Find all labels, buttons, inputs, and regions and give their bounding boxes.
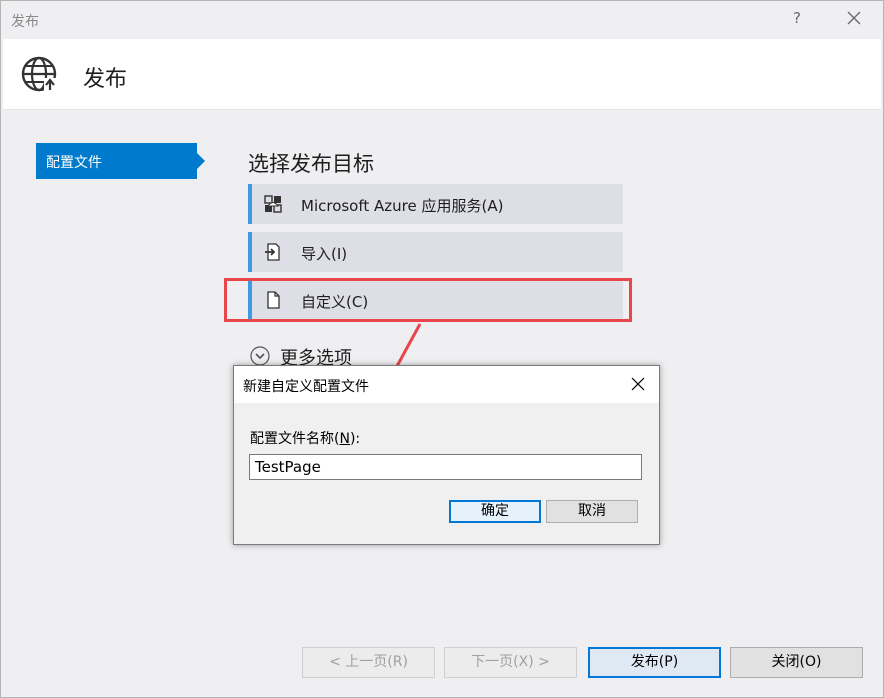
page-title: 发布 [83, 67, 128, 92]
window-title: 发布 [11, 14, 39, 30]
import-icon [264, 243, 282, 261]
target-label: Microsoft Azure 应用服务(A) [301, 197, 504, 215]
section-title: 选择发布目标 [248, 152, 374, 176]
highlight-annotation [224, 278, 632, 322]
publish-window: 发布 ? 发布 配置文件 选择发布目标 Microsoft Azure 应用服务… [0, 0, 884, 698]
previous-button[interactable]: < 上一页(R) [302, 647, 435, 678]
target-import[interactable]: 导入(I) [248, 232, 623, 272]
title-bar: 发布 ? [1, 1, 883, 39]
new-profile-dialog: 新建自定义配置文件 配置文件名称(N): 确定 取消 [233, 365, 660, 545]
dialog-title-bar: 新建自定义配置文件 [234, 366, 659, 403]
help-button[interactable]: ? [789, 9, 805, 27]
target-azure[interactable]: Microsoft Azure 应用服务(A) [248, 184, 623, 224]
chevron-down-icon [250, 346, 270, 366]
publish-button[interactable]: 发布(P) [588, 647, 721, 678]
sidebar-item-profile[interactable]: 配置文件 [36, 143, 205, 179]
target-label: 导入(I) [301, 245, 348, 263]
azure-cloud-icon [264, 195, 282, 213]
profile-name-input[interactable] [249, 454, 642, 480]
close-button[interactable]: 关闭(O) [730, 647, 863, 678]
page-header: 发布 [3, 39, 881, 110]
globe-icon [19, 54, 59, 94]
next-button[interactable]: 下一页(X) > [444, 647, 577, 678]
cancel-button[interactable]: 取消 [546, 500, 638, 523]
selection-pointer [197, 153, 205, 169]
ok-button[interactable]: 确定 [449, 500, 541, 523]
profile-name-label: 配置文件名称(N): [250, 431, 361, 447]
close-icon[interactable] [630, 376, 646, 392]
dialog-title: 新建自定义配置文件 [243, 379, 369, 395]
sidebar-item-label: 配置文件 [46, 155, 102, 171]
close-icon[interactable] [843, 7, 865, 29]
